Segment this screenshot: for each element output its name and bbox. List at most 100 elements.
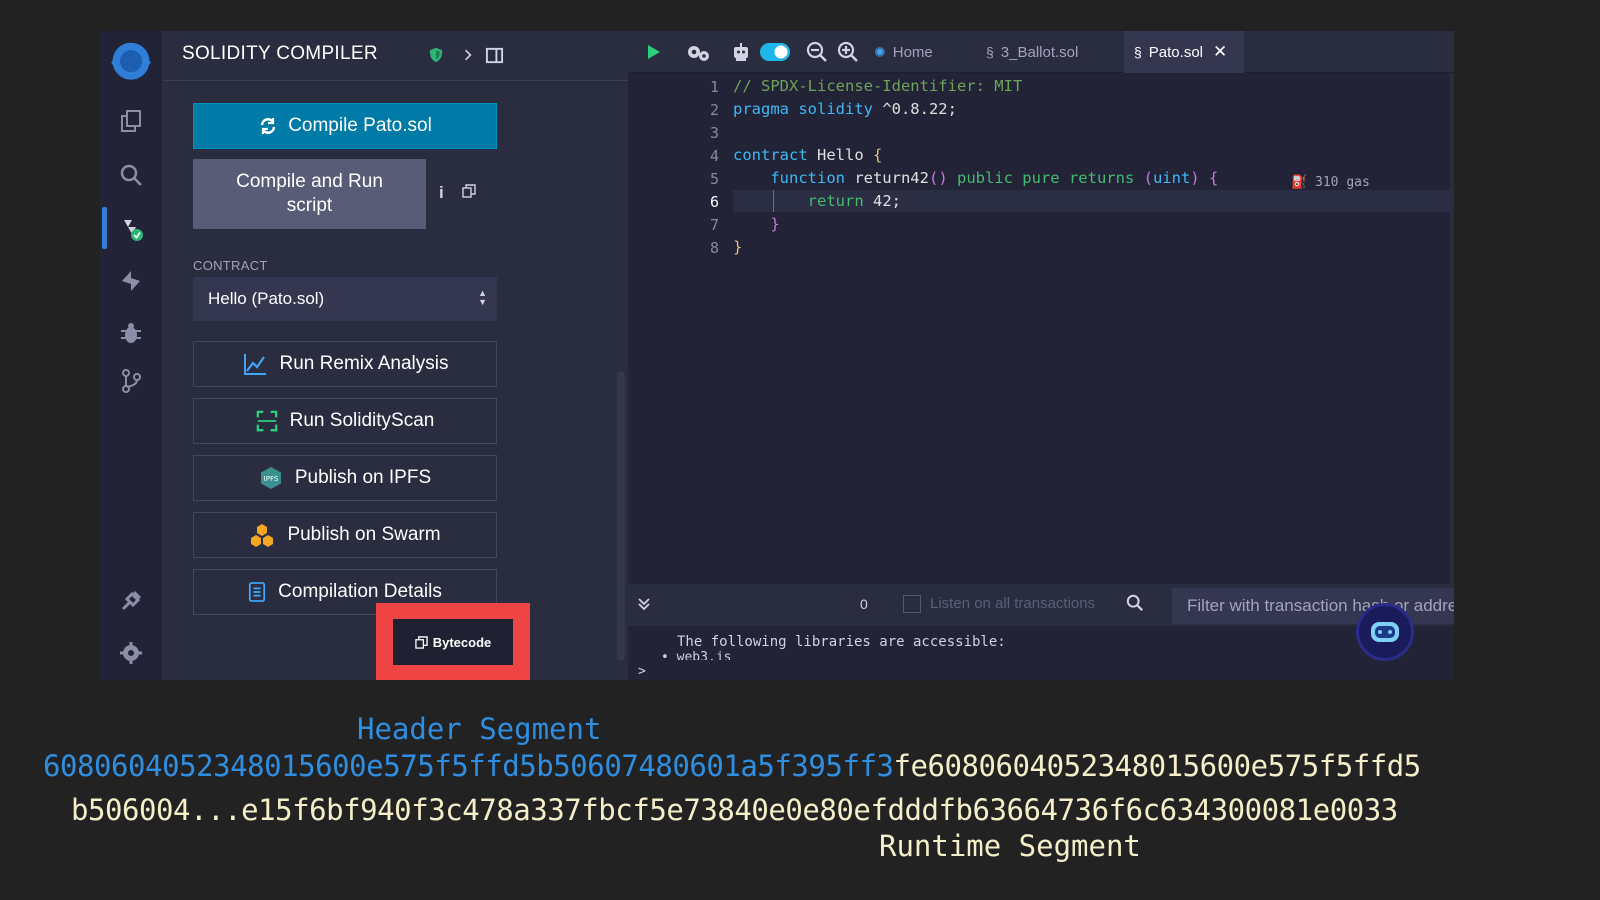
bytecode-line-2: b506004...e15f6bf940f3c478a337fbcf5e7384… [71,793,1398,827]
code-line: contract Hello { [733,146,883,164]
shield-icon[interactable] [424,43,448,67]
git-icon[interactable] [100,361,162,401]
tab-pato-sol[interactable]: § Pato.sol ✕ [1124,31,1244,73]
transaction-filter-input[interactable] [1172,588,1454,624]
terminal-line: • web3.js [661,650,732,660]
runtime-segment-label: Runtime Segment [879,829,1141,863]
line-number: 3 [709,124,719,142]
compile-button[interactable]: Compile Pato.sol [193,103,497,149]
publish-swarm-label: Publish on Swarm [287,524,441,545]
tab-3-ballot-sol[interactable]: § 3_Ballot.sol [976,31,1088,73]
contract-selected-value: Hello (Pato.sol) [208,289,325,308]
line-number: 2 [709,101,719,119]
search-icon[interactable] [1126,594,1144,617]
publish-ipfs-label: Publish on IPFS [294,467,432,488]
ai-assistant-avatar[interactable] [1356,603,1414,661]
compile-run-label-line2: script [286,195,333,216]
tab-home[interactable]: ✺ Home [864,31,943,73]
tab-ballot-label: 3_Ballot.sol [1000,43,1079,61]
code-line: return 42; [807,192,901,210]
panel-title: SOLIDITY COMPILER [182,43,378,64]
run-play-icon[interactable] [640,39,666,65]
solidity-file-icon: § [1134,44,1142,60]
deploy-run-icon[interactable] [100,261,162,301]
copy-bytecode-button[interactable]: Bytecode [393,619,513,665]
settings-gear-icon[interactable] [100,633,162,673]
runtime-segment-bytes: fe6080604052348015600e575f5ffd5 [893,749,1421,783]
header-segment-bytes: 6080604052348015600e575f5ffd5b5060748060… [43,749,894,783]
header-segment-label: Header Segment [357,712,602,746]
collapse-terminal-icon[interactable] [636,596,652,617]
code-line: } [733,238,743,256]
run-remix-analysis-label: Run Remix Analysis [279,353,449,374]
bytecode-line-1: 6080604052348015600e575f5ffd5b5060748060… [43,749,1421,783]
select-arrows-icon: ▲ ▼ [478,288,487,307]
editor-area: ✺ Home § 3_Ballot.sol § Pato.sol ✕ 1 2 3… [628,31,1454,680]
icon-panel [100,31,162,680]
line-number: 6 [709,193,719,211]
compile-button-label: Compile Pato.sol [288,115,432,136]
remix-logo-icon[interactable] [100,41,162,85]
gas-pump-icon: ⛽ [1291,175,1316,190]
copy-icon[interactable] [462,183,476,203]
run-remix-analysis-button[interactable]: Run Remix Analysis [193,341,497,387]
debugger-icon[interactable] [100,313,162,353]
run-solidityscan-label: Run SolidityScan [289,410,435,431]
listen-all-checkbox[interactable] [903,595,921,613]
panel-toggle-icon[interactable] [482,43,506,67]
copilot-toggle-switch[interactable] [758,39,792,65]
gas-estimate: ⛽ 310 gas [1291,175,1370,190]
code-line: pragma solidity ^0.8.22; [733,100,957,118]
document-icon [249,582,266,602]
line-number: 1 [709,78,719,96]
pending-tx-count: 0 [860,596,868,612]
listen-all-label: Listen on all transactions [930,595,1096,612]
info-icon[interactable]: i [439,183,444,203]
remix-ide-window: SOLIDITY COMPILER Compile Pato.sol Compi… [100,31,1454,680]
solidity-file-icon: § [986,44,994,60]
chart-line-icon [243,354,266,375]
publish-ipfs-button[interactable]: IPFS Publish on IPFS [193,455,497,501]
swarm-icon [251,524,274,547]
line-number: 8 [709,239,719,257]
panel-header: SOLIDITY COMPILER [162,31,628,81]
solidity-compiler-icon[interactable] [100,209,162,249]
terminal-output[interactable]: The following libraries are accessible: … [628,626,1454,680]
copy-icon [415,635,428,649]
minimap[interactable] [1450,73,1454,584]
compile-run-label-line1: Compile and Run [236,171,383,192]
search-icon[interactable] [100,155,162,195]
compile-and-run-script-button[interactable]: Compile and Run script [193,159,426,229]
line-number-gutter: 1 2 3 4 5 6 7 8 [628,73,733,584]
editor-tab-bar: ✺ Home § 3_Ballot.sol § Pato.sol ✕ [628,31,1454,73]
line-number: 4 [709,147,719,165]
publish-swarm-button[interactable]: Publish on Swarm [193,512,497,558]
close-tab-icon[interactable]: ✕ [1213,42,1227,62]
zoom-in-icon[interactable] [835,39,861,65]
code-editor[interactable]: // SPDX-License-Identifier: MIT pragma s… [733,73,1454,584]
run-solidityscan-button[interactable]: Run SolidityScan [193,398,497,444]
terminal-toolbar: 0 Listen on all transactions [628,584,1454,626]
remix-home-icon: ✺ [874,43,886,60]
zoom-out-icon[interactable] [804,39,830,65]
file-explorer-icon[interactable] [100,101,162,141]
terminal-line: The following libraries are accessible: [677,634,1006,650]
terminal-prompt: > [638,664,646,679]
code-line: function return42() public pure returns … [770,169,1219,187]
indent-guide [773,190,774,212]
panel-scrollbar[interactable] [617,371,625,661]
compile-settings-icon[interactable] [685,39,711,65]
svg-text:IPFS: IPFS [264,475,279,483]
contract-select[interactable]: Hello (Pato.sol) ▲ ▼ [193,277,497,321]
tab-home-label: Home [892,43,933,61]
contract-label: CONTRACT [193,258,268,273]
chevron-right-icon[interactable] [456,43,480,67]
plugin-manager-icon[interactable] [100,581,162,621]
refresh-icon [260,118,276,134]
line-number: 7 [709,216,719,234]
ai-copilot-icon[interactable] [728,39,754,65]
bytecode-button-label: Bytecode [432,634,492,650]
code-line: } [733,215,780,233]
side-panel: SOLIDITY COMPILER Compile Pato.sol Compi… [162,31,628,680]
line-number: 5 [709,170,719,188]
